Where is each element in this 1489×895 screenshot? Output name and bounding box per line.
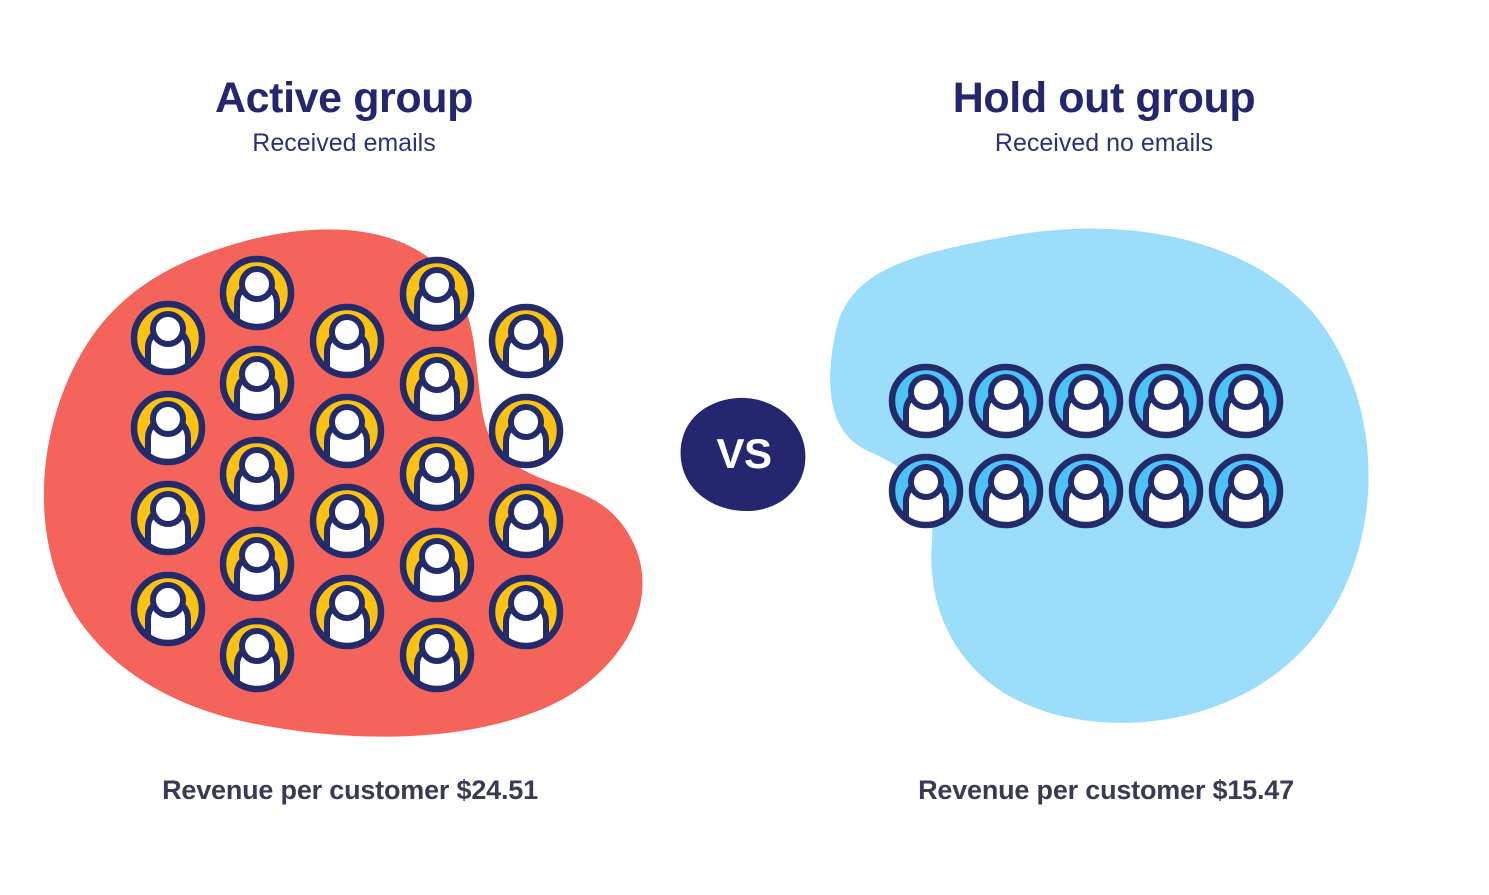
versus-badge: VS <box>679 396 807 512</box>
active-group-header: Active group Received emails <box>64 74 624 158</box>
holdout-group-header: Hold out group Received no emails <box>824 74 1384 158</box>
active-group-subtitle: Received emails <box>252 129 436 158</box>
active-group-revenue-caption: Revenue per customer $24.51 <box>162 775 538 805</box>
active-group-title: Active group <box>214 74 473 122</box>
versus-label: VS <box>716 430 772 477</box>
holdout-group-title: Hold out group <box>952 74 1256 122</box>
holdout-group-revenue-caption: Revenue per customer $15.47 <box>918 775 1294 805</box>
holdout-group-subtitle: Received no emails <box>994 129 1214 158</box>
person-icon-yellow <box>492 307 560 381</box>
infographic-canvas: Active group Received emails Hold out gr… <box>0 0 1489 895</box>
